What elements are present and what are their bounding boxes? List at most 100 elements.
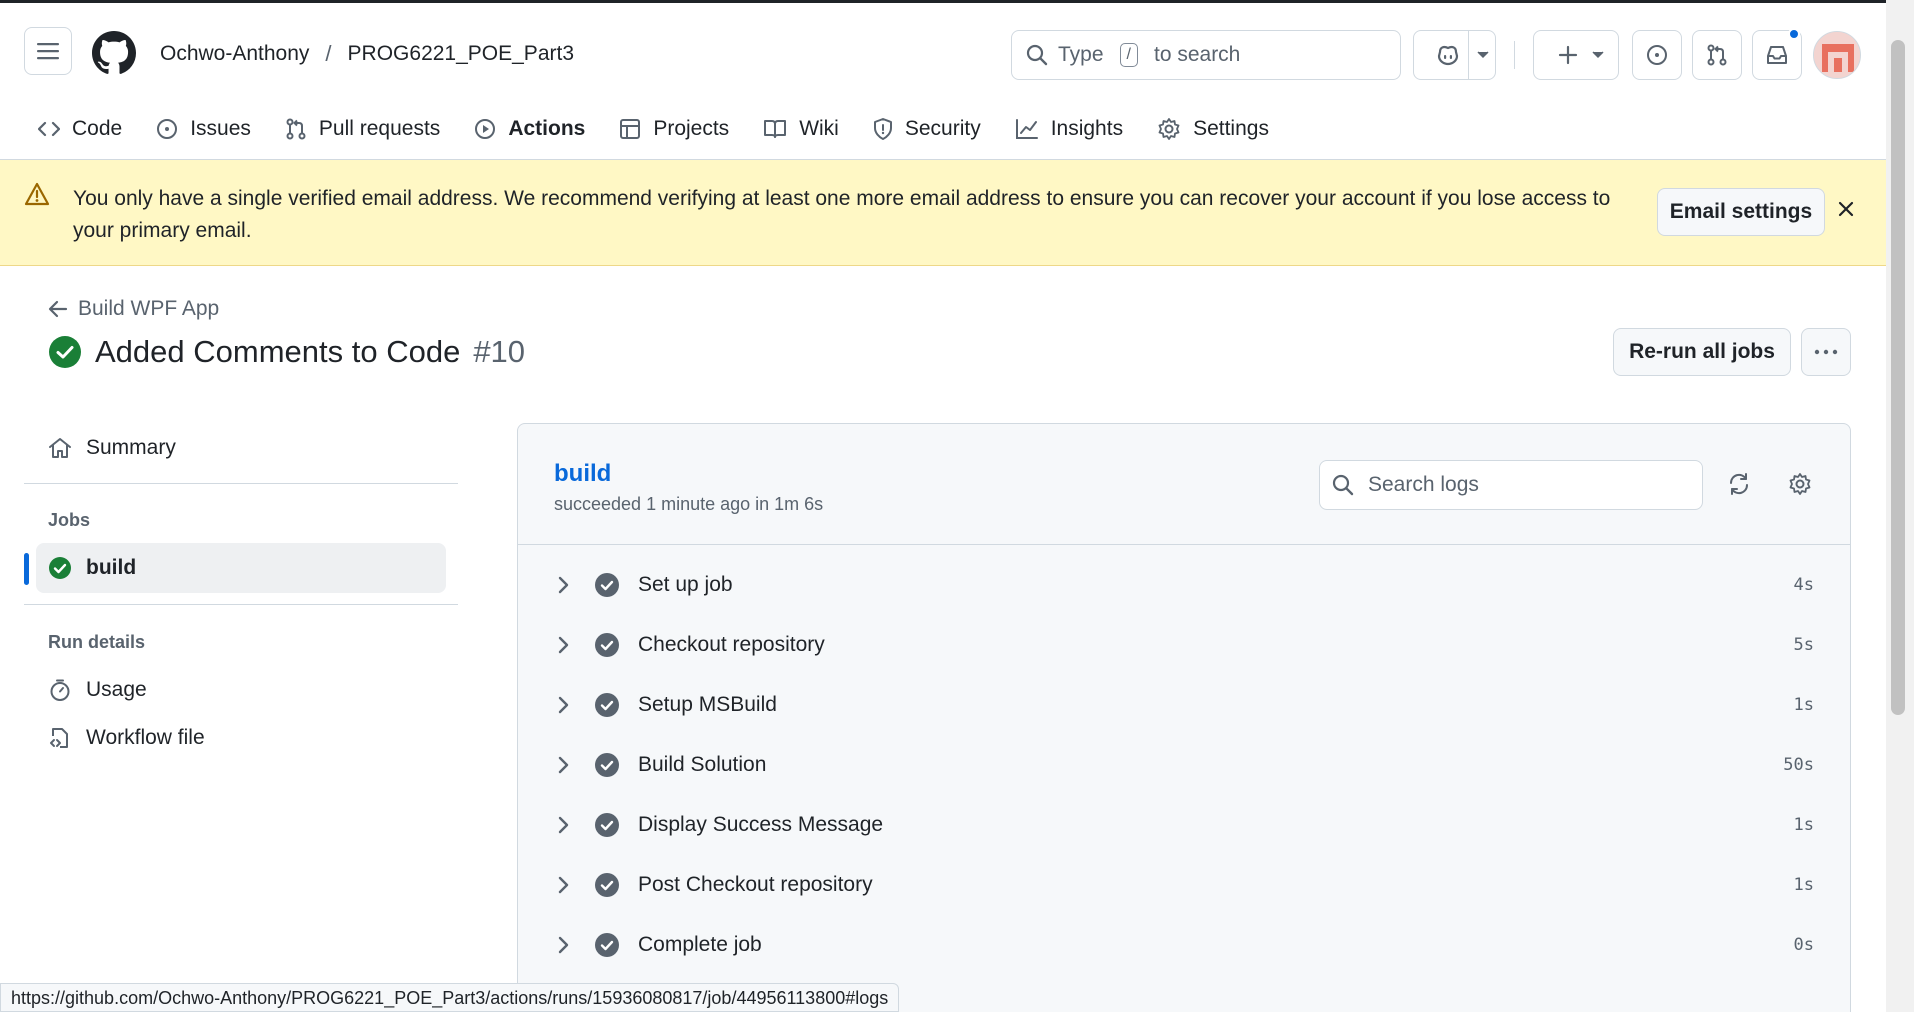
- repo-nav: Code Issues Pull requests Actions Projec…: [24, 107, 1289, 165]
- log-step[interactable]: Display Success Message 1s: [518, 795, 1850, 855]
- tab-code[interactable]: Code: [24, 107, 136, 151]
- search-icon: [1332, 474, 1354, 496]
- step-duration: 1s: [1793, 815, 1814, 835]
- step-duration: 5s: [1793, 635, 1814, 655]
- home-icon: [48, 437, 72, 459]
- copilot-icon: [1436, 44, 1460, 66]
- issues-button[interactable]: [1632, 30, 1682, 80]
- arrow-left-icon: [48, 300, 68, 318]
- file-code-icon: [48, 726, 72, 750]
- avatar[interactable]: [1813, 31, 1861, 79]
- pull-request-icon: [285, 118, 307, 140]
- log-step[interactable]: Build Solution 50s: [518, 735, 1850, 795]
- copilot-button[interactable]: [1413, 30, 1496, 80]
- job-log-panel: build succeeded 1 minute ago in 1m 6s Se…: [517, 423, 1851, 1012]
- tab-issues[interactable]: Issues: [142, 107, 265, 151]
- sidebar-item-usage[interactable]: Usage: [36, 665, 446, 715]
- check-circle-fill-icon: [594, 812, 620, 838]
- graph-icon: [1015, 118, 1039, 140]
- jobs-heading: Jobs: [48, 510, 91, 530]
- run-title: Added Comments to Code: [95, 334, 461, 369]
- log-step[interactable]: Complete job 0s: [518, 915, 1850, 975]
- search-logs-input[interactable]: Search logs: [1319, 460, 1703, 510]
- repo-owner-link[interactable]: Ochwo-Anthony: [160, 42, 309, 66]
- run-details-heading: Run details: [48, 632, 146, 652]
- gear-icon[interactable]: [1788, 472, 1812, 496]
- pull-requests-button[interactable]: [1692, 30, 1742, 80]
- search-logs-placeholder: Search logs: [1368, 473, 1479, 496]
- close-icon[interactable]: [1838, 201, 1854, 217]
- log-step[interactable]: Post Checkout repository 1s: [518, 855, 1850, 915]
- search-hint-prefix: Type: [1058, 43, 1104, 66]
- header-divider: [1514, 41, 1515, 69]
- tab-label: Wiki: [799, 117, 839, 140]
- repo-name-link[interactable]: PROG6221_POE_Part3: [348, 42, 574, 66]
- tab-security[interactable]: Security: [859, 107, 995, 151]
- global-search-input[interactable]: Type / to search: [1011, 30, 1401, 80]
- run-number: #10: [473, 334, 526, 369]
- menu-button[interactable]: [24, 27, 72, 75]
- step-label: Setup MSBuild: [638, 693, 777, 716]
- step-duration: 1s: [1793, 695, 1814, 715]
- table-icon: [619, 118, 641, 140]
- chevron-right-icon: [558, 636, 570, 654]
- sidebar-item-label: Summary: [86, 436, 176, 459]
- code-icon: [38, 120, 60, 138]
- alert-icon: [24, 182, 50, 206]
- book-icon: [763, 119, 787, 139]
- selected-indicator: [24, 553, 29, 585]
- sidebar-item-label: Usage: [86, 678, 147, 701]
- copilot-dropdown-chevron-icon[interactable]: [1468, 31, 1496, 79]
- sidebar-item-build-job[interactable]: build: [36, 543, 446, 593]
- create-new-button[interactable]: [1533, 30, 1619, 80]
- tab-label: Pull requests: [318, 117, 441, 140]
- step-label: Set up job: [638, 573, 733, 596]
- hamburger-icon: [37, 42, 59, 60]
- step-duration: 0s: [1793, 935, 1814, 955]
- log-step[interactable]: Set up job 4s: [518, 555, 1850, 615]
- breadcrumb: Ochwo-Anthony / PROG6221_POE_Part3: [160, 41, 574, 67]
- chevron-right-icon: [558, 696, 570, 714]
- sidebar-item-summary[interactable]: Summary: [36, 423, 446, 473]
- tab-wiki[interactable]: Wiki: [749, 107, 853, 151]
- play-icon: [474, 118, 496, 140]
- tab-label: Actions: [508, 117, 586, 140]
- check-circle-fill-icon: [48, 556, 72, 580]
- plus-icon: [1558, 45, 1578, 65]
- job-header: build succeeded 1 minute ago in 1m 6s Se…: [518, 424, 1850, 545]
- check-circle-fill-icon: [594, 872, 620, 898]
- sidebar-item-workflow-file[interactable]: Workflow file: [36, 713, 446, 763]
- tab-insights[interactable]: Insights: [1001, 107, 1137, 151]
- chevron-right-icon: [558, 756, 570, 774]
- rerun-all-jobs-button[interactable]: Re-run all jobs: [1613, 328, 1791, 376]
- more-options-button[interactable]: [1801, 328, 1851, 376]
- sidebar-item-label: Workflow file: [86, 726, 205, 749]
- refresh-icon[interactable]: [1727, 472, 1751, 496]
- step-label: Complete job: [638, 933, 762, 956]
- tab-actions[interactable]: Actions: [460, 107, 600, 165]
- step-duration: 1s: [1793, 875, 1814, 895]
- tab-settings[interactable]: Settings: [1143, 107, 1283, 151]
- workflow-back-link[interactable]: Build WPF App: [48, 297, 219, 321]
- check-circle-fill-icon: [594, 632, 620, 658]
- breadcrumb-separator: /: [325, 41, 332, 66]
- job-name-link[interactable]: build: [554, 460, 611, 488]
- log-step[interactable]: Setup MSBuild 1s: [518, 675, 1850, 735]
- sidebar-divider: [24, 483, 458, 484]
- pull-request-icon: [1706, 44, 1728, 66]
- step-label: Display Success Message: [638, 813, 884, 836]
- log-step[interactable]: Checkout repository 5s: [518, 615, 1850, 675]
- github-logo-icon[interactable]: [92, 31, 136, 75]
- search-shortcut-key: /: [1119, 43, 1138, 67]
- tab-label: Security: [904, 117, 981, 140]
- check-circle-fill-icon: [48, 335, 82, 369]
- tab-pull-requests[interactable]: Pull requests: [271, 107, 454, 151]
- tab-label: Insights: [1050, 117, 1124, 140]
- email-settings-button[interactable]: Email settings: [1657, 188, 1825, 236]
- chevron-right-icon: [558, 816, 570, 834]
- tab-projects[interactable]: Projects: [605, 107, 743, 151]
- workflow-name: Build WPF App: [78, 297, 220, 320]
- check-circle-fill-icon: [594, 752, 620, 778]
- scrollbar-thumb[interactable]: [1891, 40, 1905, 715]
- check-circle-fill-icon: [594, 692, 620, 718]
